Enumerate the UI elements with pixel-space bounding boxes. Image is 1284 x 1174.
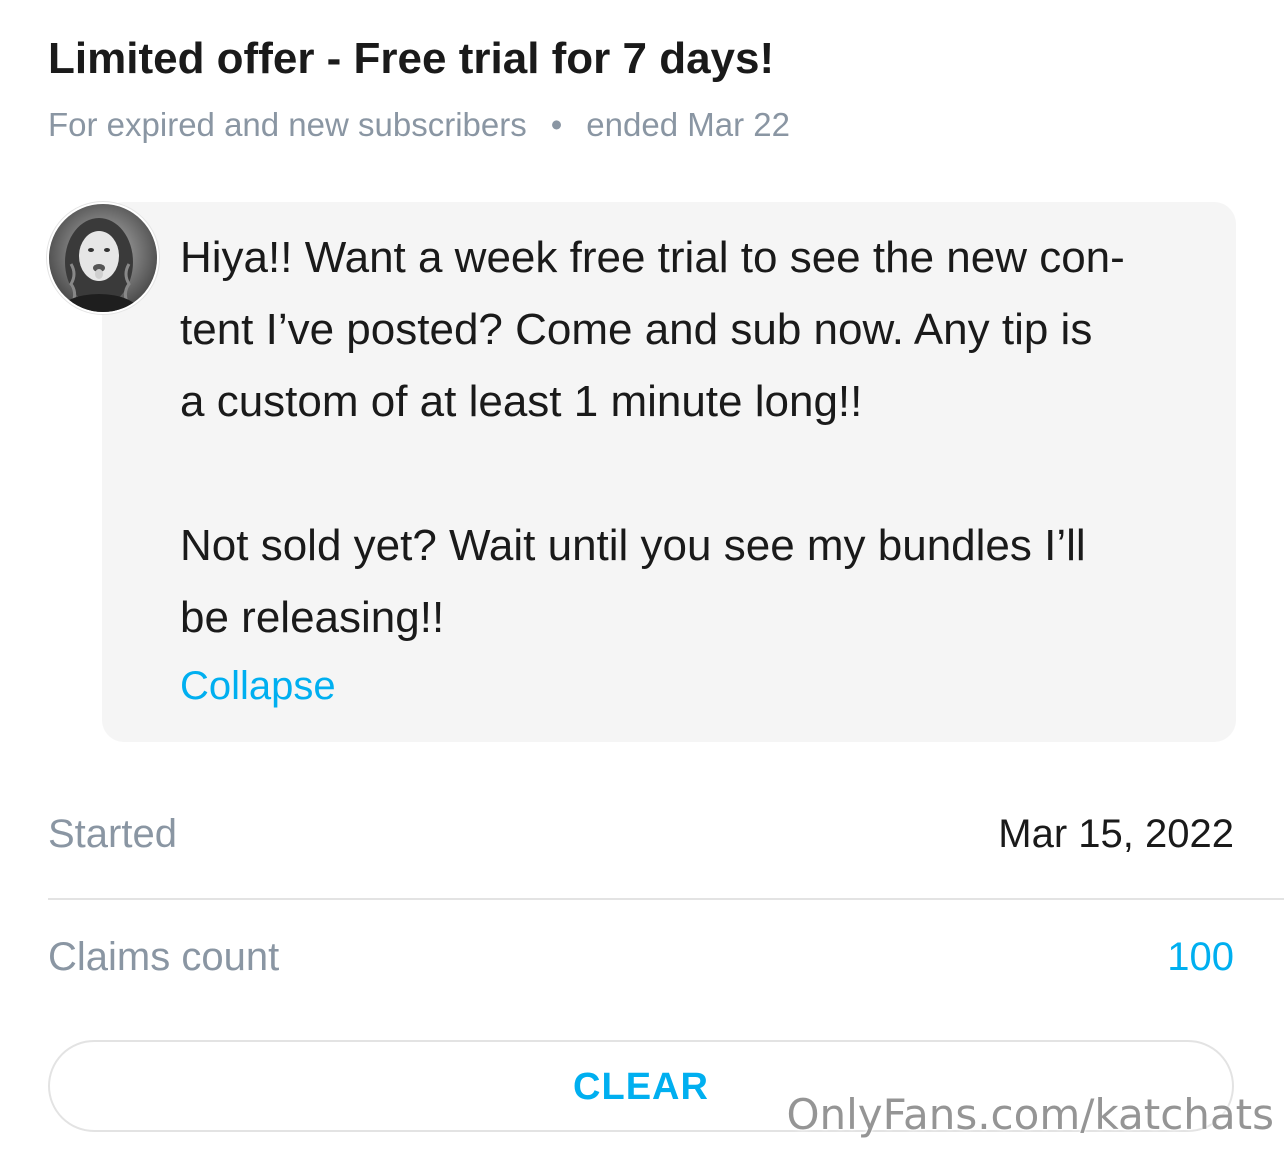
started-value: Mar 15, 2022 [998,812,1234,856]
avatar[interactable] [47,202,159,314]
message-line: be releasing!! [180,593,445,642]
offer-status: ended Mar 22 [586,106,790,143]
divider [48,898,1284,900]
claims-count-value[interactable]: 100 [1167,935,1234,980]
offer-subtitle: For expired and new subscribers • ended Ma… [48,106,790,144]
user-avatar-photo-icon [49,204,157,312]
message-line: a custom of at least 1 minute long!! [180,377,863,426]
offer-audience: For expired and new subscribers [48,106,527,143]
message-text: Hiya!! Want a week free trial to see the… [180,222,1210,654]
offer-title: Limited offer - Free trial for 7 days! [48,34,775,83]
collapse-link[interactable]: Collapse [180,664,336,709]
message-line: Hiya!! Want a week free trial to see the… [180,233,1125,282]
separator-dot: • [550,106,563,143]
started-label: Started [48,812,177,856]
claims-count-label: Claims count [48,935,280,979]
message-line: Not sold yet? Wait until you see my bund… [180,521,1086,570]
message-line: tent I’ve posted? Come and sub now. Any … [180,305,1093,354]
watermark: OnlyFans.com/katchats [786,1090,1274,1139]
